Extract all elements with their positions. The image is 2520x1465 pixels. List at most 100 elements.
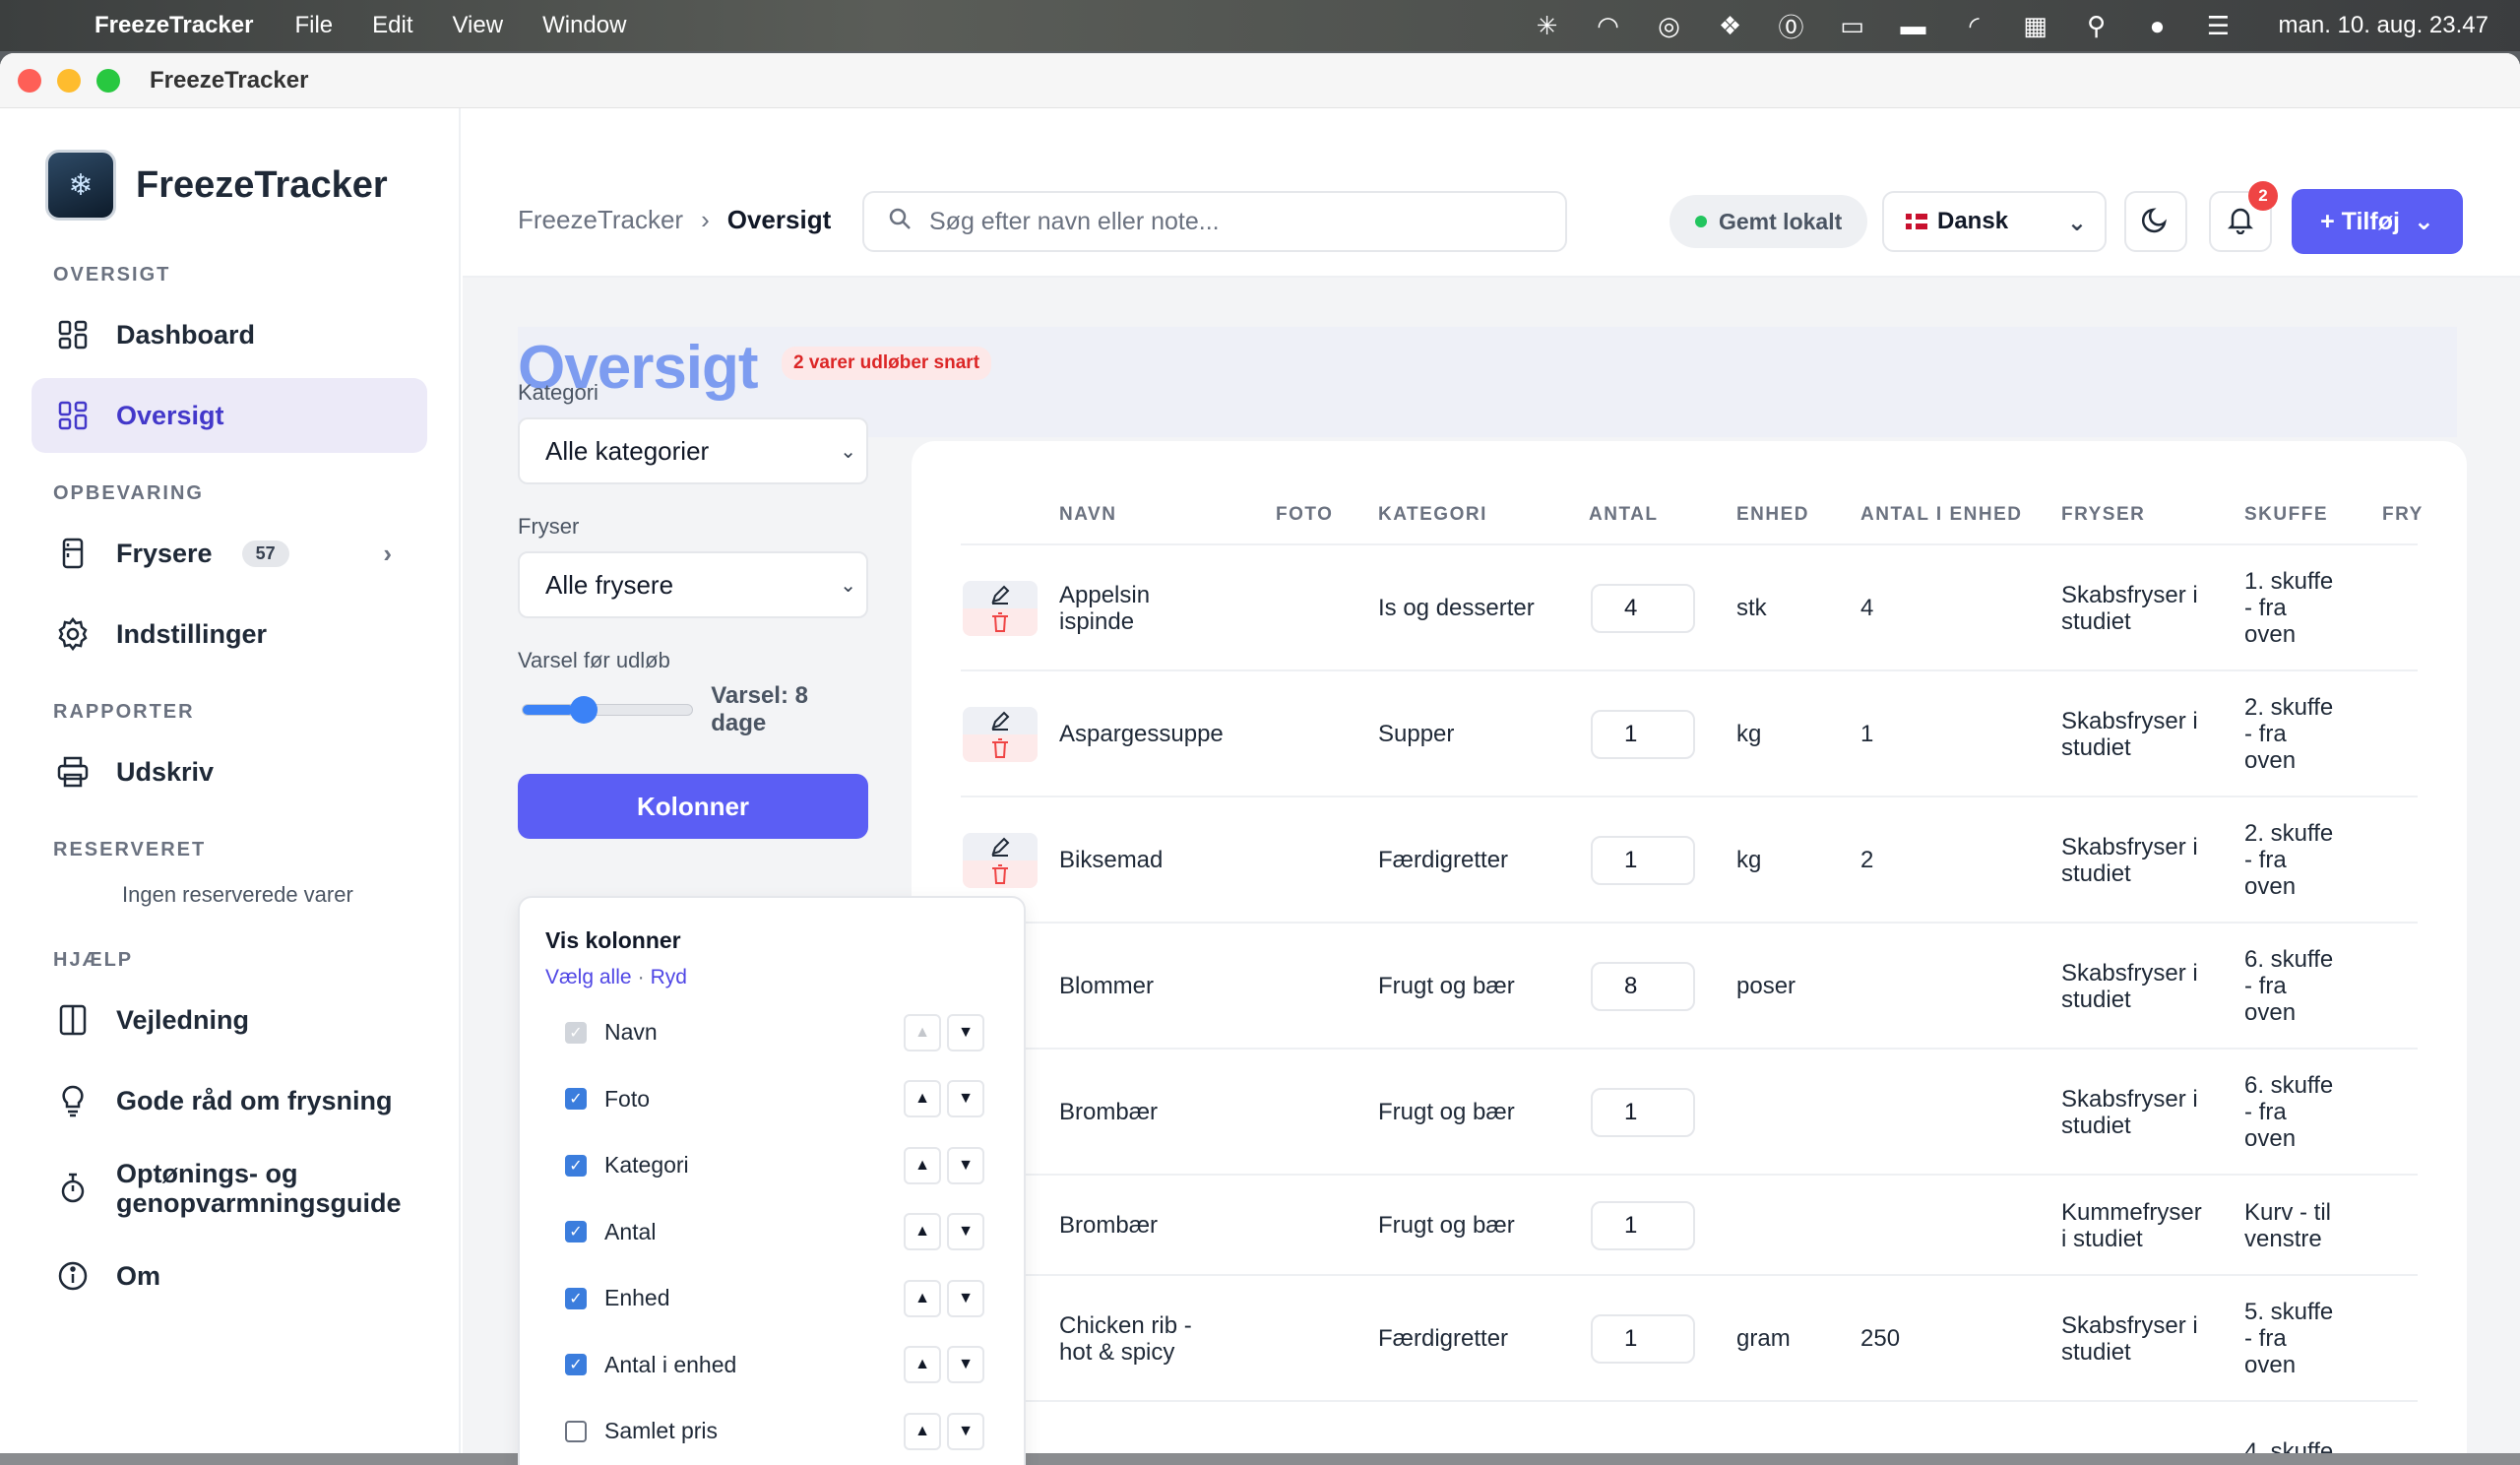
onepassword-icon[interactable]: ⓪ (1775, 9, 1808, 42)
expiring-warning-badge[interactable]: 2 varer udløber snart (782, 347, 992, 380)
move-down-icon[interactable]: ▼ (947, 1146, 984, 1184)
table-row[interactable]: Aspargessuppe Supper 1 kg 1 Skabsfryser i stud… (961, 671, 2418, 797)
quantity-input[interactable]: 1 (1591, 1314, 1695, 1364)
move-up-icon[interactable]: ▲ (904, 1146, 941, 1184)
slider-knob[interactable] (570, 696, 598, 724)
zoom-window-button[interactable] (96, 68, 120, 93)
move-up-icon[interactable]: ▲ (904, 1412, 941, 1450)
column-toggle-row[interactable]: ✓ Foto ▲ ▼ (520, 1066, 1024, 1133)
quantity-input[interactable]: 1 (1591, 1201, 1695, 1250)
keyboard-icon[interactable]: ▦ (2019, 9, 2052, 42)
item-name[interactable]: Aspargessuppe (1059, 721, 1224, 747)
column-checkbox[interactable]: ✓ (565, 1221, 587, 1243)
column-header-fry[interactable]: FRY (2382, 504, 2424, 526)
arc-icon[interactable]: ◠ (1592, 9, 1625, 42)
table-row[interactable]: Chicken rib - hot & spicy Færdigretter 1 gra… (961, 1276, 2418, 1402)
column-header-navn[interactable]: NAVN (1059, 504, 1116, 526)
edit-icon[interactable] (963, 707, 1038, 734)
sidebar-item-oversigt[interactable]: Oversigt (32, 378, 427, 453)
edit-icon[interactable] (963, 833, 1038, 860)
column-header-antal-i-enhed[interactable]: ANTAL I ENHED (1860, 504, 2022, 526)
move-down-icon[interactable]: ▼ (947, 1080, 984, 1118)
sidebar-item-udskriv[interactable]: Udskriv (32, 734, 427, 809)
columns-button[interactable]: Kolonner (518, 774, 868, 839)
item-name[interactable]: Brombær (1059, 1099, 1158, 1125)
trash-icon[interactable] (963, 734, 1038, 762)
item-name[interactable]: Chicken rib - (1059, 1312, 1192, 1339)
table-row[interactable]: Brombær Frugt og bær 1 Kummefryser i studiet… (961, 1176, 2418, 1276)
column-toggle-row[interactable]: ✓ Antal i enhed ▲ ▼ (520, 1332, 1024, 1399)
column-checkbox[interactable]: ✓ (565, 1154, 587, 1177)
column-toggle-row[interactable]: ✓ Enhed ▲ ▼ (520, 1265, 1024, 1332)
column-header-enhed[interactable]: ENHED (1736, 504, 1809, 526)
clear-link[interactable]: Ryd (651, 966, 687, 989)
column-header-foto[interactable]: FOTO (1276, 504, 1333, 526)
column-header-kategori[interactable]: KATEGORI (1378, 504, 1487, 526)
chevron-right-icon[interactable]: › (383, 539, 392, 569)
bed-icon[interactable]: ▬ (1897, 9, 1930, 42)
sparkle-icon[interactable]: ✳ (1531, 9, 1564, 42)
table-row[interactable]: Blommer Frugt og bær 8 poser Skabsfryser i st… (961, 924, 2418, 1050)
category-filter-select[interactable]: Alle kategorier ⌄ (518, 417, 868, 484)
menu-edit[interactable]: Edit (372, 12, 412, 39)
trash-icon[interactable] (963, 608, 1038, 636)
warning-days-slider[interactable] (522, 696, 694, 724)
sidebar-item-frysere[interactable]: Frysere 57 › (32, 516, 427, 591)
move-up-icon[interactable]: ▲ (904, 1279, 941, 1317)
menu-view[interactable]: View (452, 12, 503, 39)
sidebar-item-om[interactable]: Om (32, 1239, 427, 1313)
freezer-filter-select[interactable]: Alle frysere ⌄ (518, 551, 868, 618)
siri-icon[interactable]: ● (2141, 9, 2174, 42)
edit-icon[interactable] (963, 581, 1038, 608)
column-checkbox[interactable]: ✓ (565, 1354, 587, 1376)
quantity-input[interactable]: 8 (1591, 962, 1695, 1011)
dropbox-icon[interactable]: ❖ (1714, 9, 1747, 42)
move-down-icon[interactable]: ▼ (947, 1279, 984, 1317)
brand[interactable]: ❄ FreezeTracker (45, 150, 459, 221)
move-up-icon[interactable]: ▲ (904, 1346, 941, 1384)
move-down-icon[interactable]: ▼ (947, 1013, 984, 1051)
language-select[interactable]: Dansk ⌄ (1882, 191, 2107, 252)
column-toggle-row[interactable]: ✓ Antal ▲ ▼ (520, 1199, 1024, 1266)
item-name-line2[interactable]: ispinde (1059, 608, 1134, 635)
menubar-clock[interactable]: man. 10. aug. 23.47 (2279, 12, 2489, 39)
move-down-icon[interactable]: ▼ (947, 1346, 984, 1384)
column-toggle-row[interactable]: ✓ Kategori ▲ ▼ (520, 1132, 1024, 1199)
column-toggle-row[interactable]: Samlet pris ▲ ▼ (520, 1398, 1024, 1465)
sidebar-item-dashboard[interactable]: Dashboard (32, 297, 427, 372)
item-name[interactable]: Biksemad (1059, 847, 1163, 873)
column-checkbox[interactable]: ✓ (565, 1088, 587, 1111)
dark-mode-toggle[interactable] (2124, 191, 2187, 252)
move-down-icon[interactable]: ▼ (947, 1412, 984, 1450)
column-checkbox[interactable]: ✓ (565, 1287, 587, 1309)
move-up-icon[interactable]: ▲ (904, 1080, 941, 1118)
quantity-input[interactable]: 1 (1591, 836, 1695, 885)
sidebar-item-vejledning[interactable]: Vejledning (32, 983, 427, 1057)
select-all-link[interactable]: Vælg alle (545, 966, 632, 989)
quantity-input[interactable]: 1 (1591, 710, 1695, 759)
menu-file[interactable]: File (294, 12, 333, 39)
add-item-button[interactable]: + Tilføj ⌄ (2292, 189, 2463, 254)
column-toggle-row[interactable]: ✓ Navn ▲ ▼ (520, 999, 1024, 1066)
search-input[interactable]: Søg efter navn eller note... (862, 191, 1567, 252)
notifications-button[interactable]: 2 (2209, 181, 2278, 252)
item-name-line2[interactable]: hot & spicy (1059, 1339, 1174, 1366)
minimize-window-button[interactable] (57, 68, 81, 93)
table-row[interactable]: Biksemad Færdigretter 1 kg 2 Skabsfryser i stu… (961, 797, 2418, 924)
item-name[interactable]: Brombær (1059, 1212, 1158, 1239)
move-down-icon[interactable]: ▼ (947, 1213, 984, 1251)
menu-window[interactable]: Window (542, 12, 626, 39)
sidebar-item-indstillinger[interactable]: Indstillinger (32, 597, 427, 671)
item-name[interactable]: Blommer (1059, 973, 1154, 999)
quantity-input[interactable]: 4 (1591, 584, 1695, 633)
column-header-fryser[interactable]: FRYSER (2061, 504, 2145, 526)
column-header-skuffe[interactable]: SKUFFE (2244, 504, 2328, 526)
table-row[interactable]: Appelsin ispinde Is og desserter 4 stk 4 Skabs… (961, 545, 2418, 671)
menu-app-name[interactable]: FreezeTracker (94, 12, 253, 39)
sidebar-item-gode-raad[interactable]: Gode råd om frysning (32, 1063, 427, 1138)
spotlight-search-icon[interactable]: ⚲ (2080, 9, 2113, 42)
close-window-button[interactable] (18, 68, 41, 93)
aperture-icon[interactable]: ◎ (1653, 9, 1686, 42)
quantity-input[interactable]: 1 (1591, 1088, 1695, 1137)
move-up-icon[interactable]: ▲ (904, 1213, 941, 1251)
